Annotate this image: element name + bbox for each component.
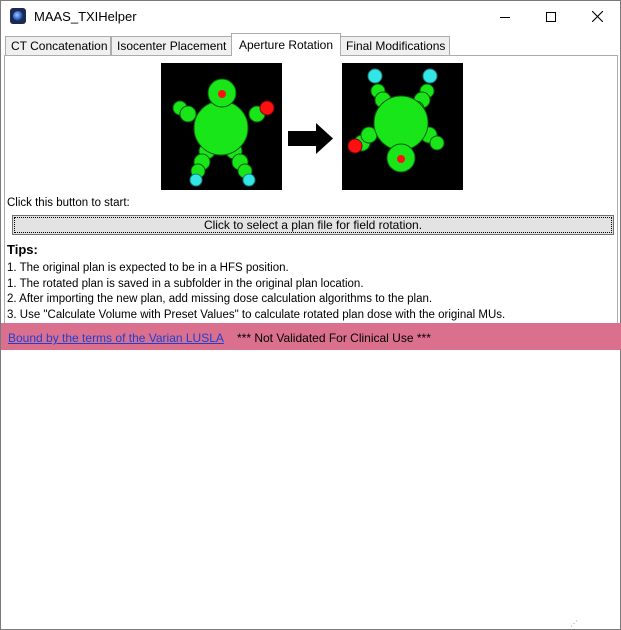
footer-bar: Bound by the terms of the Varian LUSLA *… [1, 323, 621, 350]
right-arrow-icon [288, 123, 333, 154]
tab-strip: CT Concatenation Isocenter Placement Ape… [4, 33, 616, 55]
title-bar[interactable]: MAAS_TXIHelper [1, 1, 620, 32]
minimize-icon [500, 12, 510, 22]
tip-item: 1. The rotated plan is saved in a subfol… [7, 277, 505, 293]
maximize-icon [546, 12, 556, 22]
resize-grip[interactable]: ⋰ [570, 619, 578, 628]
app-icon [10, 8, 26, 24]
tab-isocenter-placement[interactable]: Isocenter Placement [111, 36, 232, 55]
clinical-warning: *** Not Validated For Clinical Use *** [237, 331, 431, 345]
window-title: MAAS_TXIHelper [34, 8, 137, 26]
tip-item: 3. Use "Calculate Volume with Preset Val… [7, 308, 505, 324]
close-icon [592, 11, 603, 22]
tab-aperture-rotation[interactable]: Aperture Rotation [231, 33, 341, 56]
rotation-diagram [161, 63, 464, 191]
select-plan-button[interactable]: Click to select a plan file for field ro… [12, 215, 614, 235]
hfs-patient-icon [161, 63, 282, 190]
tips-list: 1. The original plan is expected to be i… [7, 261, 505, 323]
tab-content-aperture-rotation: Click this button to start: Click to sel… [4, 55, 618, 324]
app-window: MAAS_TXIHelper CT Concatenation Isocente… [0, 0, 621, 630]
tip-item: 1. The original plan is expected to be i… [7, 261, 505, 277]
tab-final-modifications[interactable]: Final Modifications [340, 36, 450, 55]
tip-item: 2. After importing the new plan, add mis… [7, 292, 505, 308]
maximize-button[interactable] [528, 1, 574, 32]
license-link[interactable]: Bound by the terms of the Varian LUSLA [8, 331, 224, 345]
minimize-button[interactable] [482, 1, 528, 32]
start-label: Click this button to start: [7, 197, 130, 209]
tips-heading: Tips: [7, 242, 38, 257]
tab-ct-concatenation[interactable]: CT Concatenation [5, 36, 111, 55]
close-button[interactable] [574, 1, 620, 32]
rotated-patient-icon [342, 63, 463, 190]
